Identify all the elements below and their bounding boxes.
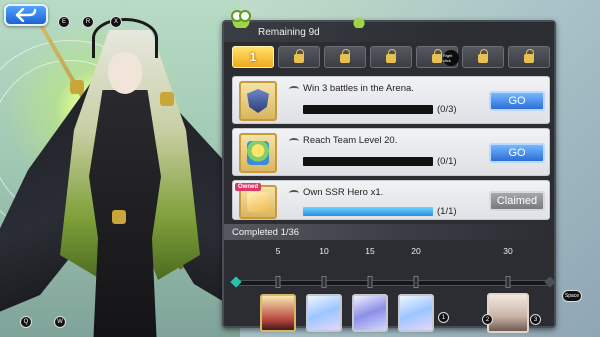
bird-icon — [289, 85, 299, 92]
belt-armor — [112, 210, 126, 224]
milestone-label: 10 — [319, 246, 329, 256]
progress-text: (1/1) — [437, 206, 457, 217]
back-arrow-icon — [15, 8, 37, 22]
claimed-button[interactable]: Claimed — [489, 191, 545, 211]
mission-title: Win 3 battles in the Arena. — [303, 83, 414, 94]
progress-text: (0/3) — [437, 104, 457, 115]
remaining-time: Remaining 9d — [258, 26, 320, 38]
lock-icon — [478, 49, 488, 63]
hero-face — [108, 52, 142, 94]
tab-day-6[interactable] — [462, 46, 504, 68]
key-hint-r: R — [82, 16, 94, 28]
tab-day-2[interactable] — [278, 46, 320, 68]
right-click-hint: Right click — [443, 50, 459, 66]
tab-day-3[interactable] — [324, 46, 366, 68]
progress-bar — [303, 157, 433, 166]
bird-icon — [289, 189, 299, 196]
milestone-label: 30 — [503, 246, 513, 256]
milestone-label: 20 — [411, 246, 421, 256]
key-hint-q: Q — [20, 316, 32, 328]
progress-bar — [303, 207, 433, 216]
progress-fill — [303, 207, 433, 216]
lock-icon — [432, 49, 442, 63]
mission-row: Win 3 battles in the Arena. (0/3) GO — [232, 76, 550, 124]
tab-day-7[interactable] — [508, 46, 550, 68]
owned-badge: Owned — [235, 183, 262, 191]
key-hint-x: X — [110, 16, 122, 28]
key-hint-w: W — [54, 316, 66, 328]
frog-small-icon — [352, 16, 366, 28]
level-up-icon — [239, 133, 277, 173]
key-hint-e: E — [58, 16, 70, 28]
event-panel: Remaining 9d 1 Right click Win 3 battles… — [222, 10, 556, 333]
go-button[interactable]: GO — [489, 143, 545, 163]
frog-icon — [230, 10, 252, 28]
completed-counter: Completed 1/36 — [224, 224, 554, 240]
milestone-label: 15 — [365, 246, 375, 256]
milestone-tick — [321, 276, 327, 288]
lock-icon — [386, 49, 396, 63]
mission-row: Reach Team Level 20. (0/1) GO — [232, 128, 550, 176]
key-hint-2: 2 — [482, 314, 493, 325]
reward-hero-portrait[interactable] — [260, 294, 296, 332]
reward-card[interactable] — [398, 294, 434, 332]
tab-day-4[interactable] — [370, 46, 412, 68]
mission-row: Owned Own SSR Hero x1. (1/1) Claimed — [232, 180, 550, 220]
lock-icon — [340, 49, 350, 63]
go-button[interactable]: GO — [489, 91, 545, 111]
hero-artwork — [0, 0, 240, 337]
back-button[interactable] — [4, 4, 48, 26]
key-hint-space: Space — [562, 290, 582, 302]
panel-header: Remaining 9d — [224, 10, 554, 42]
mission-title: Reach Team Level 20. — [303, 135, 398, 146]
key-hint-1: 1 — [438, 312, 449, 323]
reward-hero-portrait[interactable] — [487, 293, 529, 333]
reward-card[interactable] — [306, 294, 342, 332]
milestone-tick — [275, 276, 281, 288]
tab-day-5[interactable]: Right click — [416, 46, 459, 68]
milestone-tick — [367, 276, 373, 288]
bird-icon — [289, 137, 299, 144]
milestone-label: 5 — [275, 246, 281, 256]
day-tabs: 1 Right click — [232, 46, 550, 68]
milestone-tick — [505, 276, 511, 288]
milestone-track: 5 10 15 20 30 1 2 3 — [224, 242, 556, 333]
lock-icon — [524, 49, 534, 63]
milestone-progress-bar — [234, 280, 552, 286]
key-hint-3: 3 — [530, 314, 541, 325]
shoulder-armor-right — [160, 92, 174, 106]
milestone-tick — [413, 276, 419, 288]
shoulder-armor — [70, 80, 84, 94]
tab-day-1[interactable]: 1 — [232, 46, 274, 68]
progress-text: (0/1) — [437, 156, 457, 167]
mission-title: Own SSR Hero x1. — [303, 187, 384, 198]
progress-bar — [303, 105, 433, 114]
reward-weapon[interactable] — [352, 294, 388, 332]
arena-shield-icon — [239, 81, 277, 121]
lock-icon — [294, 49, 304, 63]
